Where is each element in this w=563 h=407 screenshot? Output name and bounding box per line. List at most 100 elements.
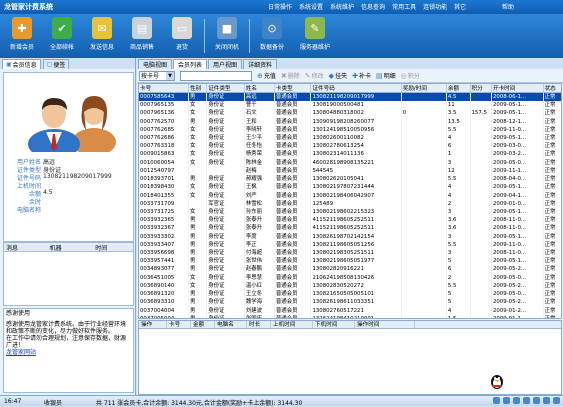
search-type-select[interactable]: 按卡号 ▼: [139, 70, 175, 81]
column-header[interactable]: 证件号码: [310, 84, 402, 93]
column-header[interactable]: 姓名: [244, 84, 275, 93]
table-row[interactable]: 0033956698 男身份证 付海超 普通会员 130802198305251511 3…: [139, 248, 561, 258]
column-header[interactable]: 余额: [446, 84, 471, 93]
menu-query[interactable]: 信息查询: [361, 2, 385, 11]
notice-link[interactable]: 龙管家网站: [6, 349, 131, 356]
table-cell: [470, 125, 492, 134]
table-row[interactable]: 0033731725 女身份证 孙东丽 普通会员 130802198602215323 3…: [139, 207, 561, 217]
tray-icon[interactable]: [533, 397, 540, 404]
table-row[interactable]: 0018398430 女身份证 王枫 普通会员 130802197807231444 4 2…: [139, 183, 561, 192]
table-row[interactable]: 0007585643 男身份证 高远 普通会员 130821198209017999 4.…: [139, 92, 561, 101]
table-row[interactable]: 0009015863 女身份证 杨秀荣 普通会员 130802314011136 1 200…: [139, 150, 561, 159]
log-col-time[interactable]: 时间: [93, 243, 133, 252]
tray-icon[interactable]: [503, 397, 510, 404]
toolbar-button-2[interactable]: ✉ 发送信息: [82, 14, 122, 58]
table-row[interactable]: 0033933407 男身份证 李正 普通会员 130821198605051256 5.…: [139, 240, 561, 249]
column-header[interactable]: 卡类型: [274, 84, 312, 93]
tray-icon[interactable]: [553, 397, 560, 404]
menu-help[interactable]: 帮助: [502, 2, 514, 11]
table-row[interactable]: 0010060054 女身份证 陈林金 普通会员 460028198908135221 3…: [139, 158, 561, 167]
table-row[interactable]: 0007965136 女身份证 石文 普通会员 130804880318002 0 3.5 1…: [139, 109, 561, 118]
detail-column-header[interactable]: 下机时间: [313, 321, 355, 328]
table-row[interactable]: 0012540797 赵梅 普通会员 544545 12 2009-11-1... 正常: [139, 166, 561, 175]
table-cell: 普通会员: [274, 166, 312, 175]
detail-column-header[interactable]: 电脑名: [215, 321, 247, 328]
action-button-2[interactable]: ✎ 修改: [305, 71, 324, 81]
log-col-machine[interactable]: 机器: [48, 243, 94, 252]
table-row[interactable]: 0036891320 男身份证 王立冬 普通会员 130821650505005101 5…: [139, 290, 561, 299]
table-cell: 0007762686: [139, 133, 189, 143]
toolbar-button-4[interactable]: ▭ 退货: [162, 14, 202, 58]
table-cell: 女: [188, 273, 208, 282]
table-cell: [401, 117, 447, 126]
column-header[interactable]: 证件类型: [206, 84, 245, 93]
tab-user-view[interactable]: 用户视图: [208, 59, 243, 69]
column-header[interactable]: 性别: [188, 84, 208, 93]
table-row[interactable]: 0007762686 女身份证 王少平 普通会员 130802600110082 4 200…: [139, 133, 561, 143]
log-col-message[interactable]: 消息: [4, 243, 48, 252]
table-row[interactable]: 0034893077 男身份证 赵春鹏 普通会员 130802820916221 6 200…: [139, 265, 561, 274]
tab-detail[interactable]: 详细资料: [243, 59, 278, 69]
action-button-0[interactable]: ⊕ 充值: [257, 71, 276, 81]
detail-column-header[interactable]: 操作: [139, 321, 167, 328]
toolbar-button-6[interactable]: ⊙ 数据备份: [252, 14, 292, 58]
tab-member-list[interactable]: 会员列表: [173, 59, 208, 69]
detail-column-header[interactable]: 时长: [247, 321, 271, 328]
tray-icon[interactable]: [543, 397, 550, 404]
table-row[interactable]: 0036451005 女身份证 李思慧 普通会员 210624198508130426 2…: [139, 273, 561, 282]
table-cell: 11: [446, 101, 471, 110]
menu-maintenance[interactable]: 系统维护: [330, 2, 354, 11]
detail-column-header[interactable]: 卡号: [167, 321, 191, 328]
column-header[interactable]: 奖励/时间: [401, 84, 447, 93]
menu-tools[interactable]: 常用工具: [392, 2, 416, 11]
table-row[interactable]: 0037005004 男身份证 张国庆 普通会员 132624198410210001 1…: [139, 314, 561, 318]
action-button-5[interactable]: ▤ 明细: [376, 71, 396, 81]
menu-daily[interactable]: 日常操作: [268, 2, 292, 11]
action-button-6[interactable]: ◎ 积分: [401, 71, 420, 81]
toolbar-button-7[interactable]: ✎ 服务器维护: [292, 14, 338, 58]
detail-column-header[interactable]: 金额: [191, 321, 215, 328]
table-cell: 13.5: [446, 117, 471, 126]
table-row[interactable]: 0018401355 女身份证 刘严 普通会员 130802198406042907 4 2…: [139, 191, 561, 200]
search-input[interactable]: [180, 70, 252, 81]
toolbar-button-3[interactable]: ▤ 商品销售: [122, 14, 162, 58]
detail-column-header[interactable]: 上机时间: [271, 321, 313, 328]
toolbar-button-5[interactable]: ■ 关闭闭机: [207, 14, 247, 58]
action-button-4[interactable]: ✚ 补卡: [352, 71, 371, 81]
table-cell: [401, 166, 447, 175]
table-row[interactable]: 0007965135 女身份证 曹千 普通会员 130819000500481 11 200…: [139, 101, 561, 110]
tab-member-info[interactable]: ▣ 会员信息: [2, 59, 41, 69]
toolbar-button-0[interactable]: ✚ 新增会员: [2, 14, 42, 58]
table-row[interactable]: 0033932365 男身份证 张泰升 普通会员 411521198605252511 3…: [139, 216, 561, 225]
table-row[interactable]: 0033933302 男身份证 李度 普通会员 130826198702142154 3 2…: [139, 232, 561, 241]
toolbar-button-1[interactable]: ✔ 全部续帐: [42, 14, 82, 58]
table-row[interactable]: 0036893310 男身份证 魏学海 普通会员 130826198611033351 5…: [139, 298, 561, 307]
column-header[interactable]: 状态: [543, 84, 561, 93]
tab-note[interactable]: ▢ 便签: [42, 59, 70, 69]
tray-icon[interactable]: [493, 397, 500, 404]
table-row[interactable]: 0033957441 男身份证 张世伟 普通会员 130802198605051977 5…: [139, 257, 561, 266]
detail-column-header[interactable]: 操作时间: [355, 321, 415, 328]
tray-icon[interactable]: [523, 397, 530, 404]
menu-other[interactable]: 其它: [454, 2, 466, 11]
table-row[interactable]: 0033731709 军官证 林雪松 普通会员 125489 2 2009-01-0... 正…: [139, 199, 561, 208]
column-header[interactable]: 开卡时间: [491, 84, 544, 93]
qq-penguin-icon[interactable]: [489, 372, 505, 390]
tray-icon[interactable]: [513, 397, 520, 404]
column-header[interactable]: 卡号: [139, 84, 189, 93]
tab-pc-view[interactable]: 电脑视图: [138, 59, 173, 69]
table-row[interactable]: 0018393701 男身份证 郝耀强 普通会员 130802620105041 5.5 2…: [139, 174, 561, 184]
column-header[interactable]: 积分: [470, 84, 492, 93]
table-row[interactable]: 0036890140 女身份证 温小红 普通会员 130802830520272 5.5 2…: [139, 281, 561, 291]
table-cell: 身份证: [206, 174, 245, 184]
menu-chain[interactable]: 连锁功能: [423, 2, 447, 11]
table-cell: [470, 166, 492, 175]
table-row[interactable]: 0033932367 男身份证 张泰升 普通会员 411521198605252511 3…: [139, 224, 561, 233]
table-row[interactable]: 0007762685 女身份证 李晓轩 普通会员 130124198510050956 5…: [139, 125, 561, 134]
table-row[interactable]: 0037004004 男身份证 刘建波 普通会员 130802760517221 4 200…: [139, 306, 561, 315]
action-button-1[interactable]: ✖ 删除: [281, 71, 300, 81]
menu-settings[interactable]: 系统设置: [299, 2, 323, 11]
table-row[interactable]: 0007763318 女身份证 任冬怡 普通会员 130802780613254 6 200…: [139, 142, 561, 151]
action-button-3[interactable]: ◆ 挂失: [329, 71, 347, 81]
table-row[interactable]: 0007762570 男身份证 王和 普通会员 130909198208260077 13…: [139, 117, 561, 126]
